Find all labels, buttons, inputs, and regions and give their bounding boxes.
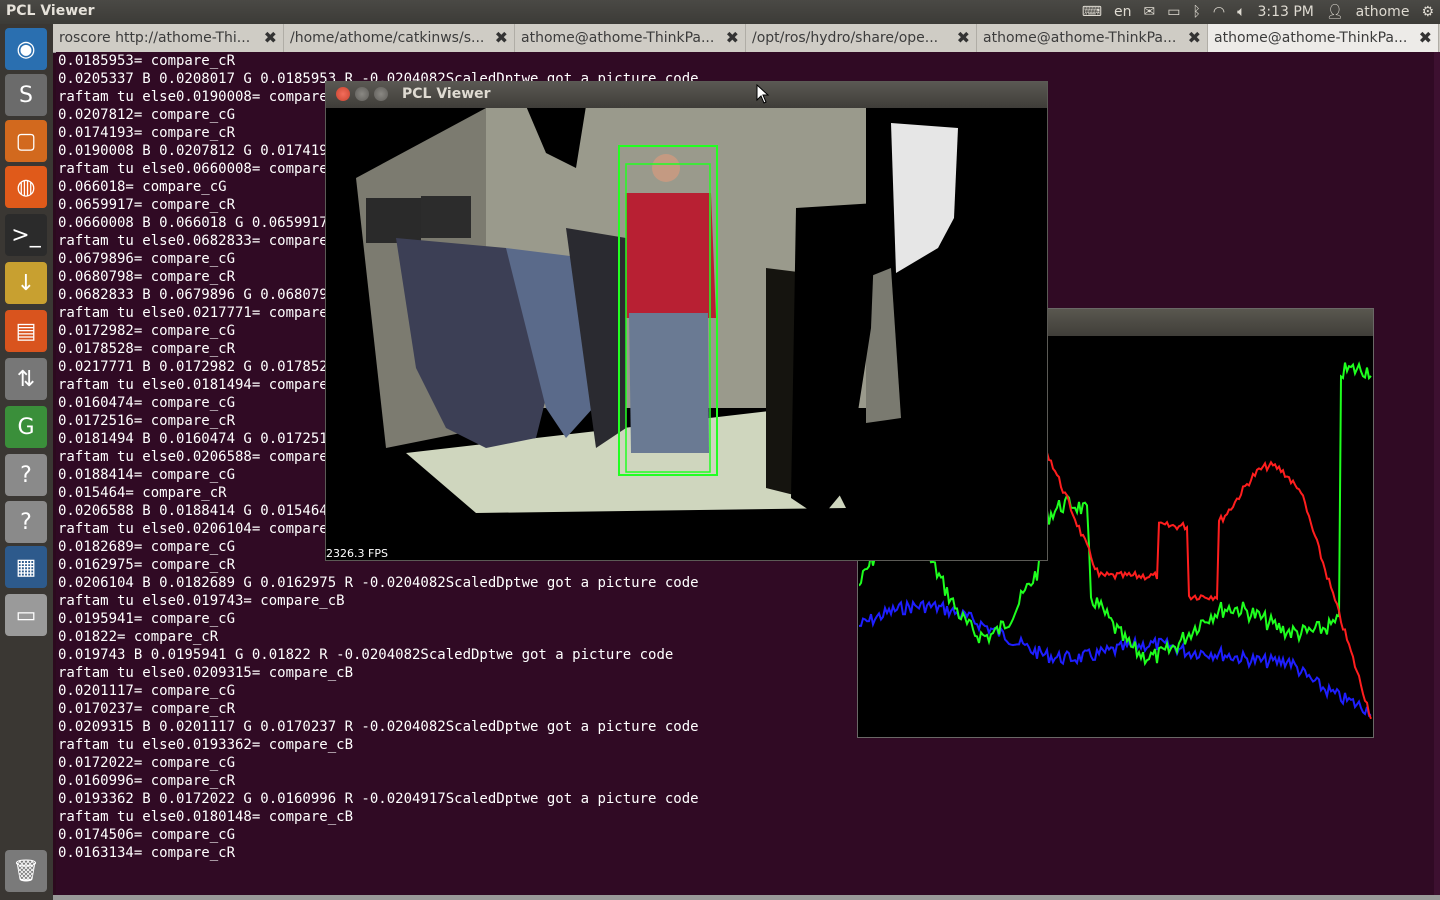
fps-counter: 2326.3 FPS [326,547,388,560]
battery-icon[interactable]: ▭ [1167,4,1180,20]
terminal-line: raftam tu else0.0180148= compare_cB [58,809,354,825]
terminal-line: raftam tu else0.0193362= compare_cB [58,737,354,753]
terminal-tab-label: roscore http://athome-Thi... [59,30,251,46]
top-panel: PCL Viewer ⌨ en ✉ ▭ ᛒ ◠ 🔈︎ 3:13 PM 👤︎ at… [0,0,1440,24]
terminal-tab-label: athome@athome-ThinkPa... [983,30,1177,46]
close-icon[interactable]: ✖ [1188,24,1201,52]
close-button[interactable] [336,87,350,101]
unknown-app-icon[interactable]: ? [5,454,47,496]
minimize-button[interactable] [355,87,369,101]
user-name[interactable]: athome [1356,4,1410,20]
close-icon[interactable]: ✖ [726,24,739,52]
archive-manager-icon[interactable]: ↓ [5,262,47,304]
close-icon[interactable]: ✖ [957,24,970,52]
close-icon[interactable]: ✖ [495,24,508,52]
clock[interactable]: 3:13 PM [1257,4,1313,20]
pcl-viewer-titlebar[interactable]: PCL Viewer [326,82,1047,108]
sublime-text-icon[interactable]: S [5,74,47,116]
drive-icon[interactable]: ▭ [5,594,47,636]
terminal-icon[interactable]: >_ [5,214,47,256]
terminal-tab-label: athome@athome-ThinkPa... [521,30,715,46]
workspace-switcher-icon[interactable]: ▦ [5,546,47,588]
terminal-line: 0.0185953= compare_cR [58,53,236,69]
keyboard-icon[interactable]: ⌨ [1082,4,1102,20]
terminal-line: 0.0172022= compare_cG [58,755,236,771]
update-manager-icon[interactable]: ⇅ [5,358,47,400]
software-center-icon[interactable]: ▤ [5,310,47,352]
terminal-tab[interactable]: /home/athome/catkinws/s... ✖ [284,24,515,52]
keyboard-layout[interactable]: en [1114,4,1132,20]
trash-icon[interactable]: 🗑︎ [5,850,47,892]
terminal-line: 0.0193362 B 0.0172022 G 0.0160996 R -0.0… [58,791,699,807]
close-icon[interactable]: ✖ [264,24,277,52]
unknown-app-icon[interactable]: ? [5,501,47,543]
dash-home-icon[interactable]: ◉ [5,28,47,70]
terminal-tab[interactable]: athome@athome-ThinkPa... ✖ [1208,24,1439,52]
terminal-scrollbar[interactable] [1434,52,1440,895]
terminal-line: 0.0174506= compare_cG [58,827,236,843]
firefox-icon[interactable]: ◍ [5,166,47,208]
terminal-tab-label: athome@athome-ThinkPa... [1214,30,1408,46]
system-tray: ⌨ en ✉ ▭ ᛒ ◠ 🔈︎ 3:13 PM 👤︎ athome ⚙ [1082,0,1434,24]
terminal-line: 0.0160996= compare_cR [58,773,236,789]
pcl-viewer-window[interactable]: PCL Viewer 2326.3 FPS [325,81,1048,561]
gear-icon[interactable]: ⚙ [1421,4,1434,20]
terminal-tab[interactable]: athome@athome-ThinkPa... ✖ [977,24,1208,52]
terminal-tab-label: /home/athome/catkinws/s... [290,30,485,46]
point-cloud-view[interactable] [326,108,1047,560]
volume-icon[interactable]: 🔈︎ [1237,4,1245,20]
mouse-cursor-icon [756,84,770,104]
mail-icon[interactable]: ✉ [1143,4,1155,20]
gedit-icon[interactable]: G [5,406,47,448]
files-icon[interactable]: ▢ [5,120,47,162]
terminal-tab[interactable]: /opt/ros/hydro/share/ope... ✖ [746,24,977,52]
window-border [53,895,1440,900]
terminal-tab[interactable]: roscore http://athome-Thi... ✖ [53,24,284,52]
launcher: ◉ S ▢ ◍ >_ ↓ ▤ ⇅ G?? ▦ ▭ 🗑︎ [0,24,53,900]
terminal-tab-label: /opt/ros/hydro/share/ope... [752,30,939,46]
active-window-title: PCL Viewer [6,3,95,19]
terminal-line: 0.0163134= compare_cR [58,845,236,861]
bluetooth-icon[interactable]: ᛒ [1192,4,1200,20]
user-icon: 👤︎ [1325,4,1344,20]
close-icon[interactable]: ✖ [1419,24,1432,52]
maximize-button[interactable] [374,87,388,101]
wifi-icon[interactable]: ◠ [1213,4,1225,20]
terminal-tab[interactable]: athome@athome-ThinkPa... ✖ [515,24,746,52]
terminal-tab-bar: roscore http://athome-Thi... ✖/home/athom… [53,24,1440,53]
pcl-viewer-title: PCL Viewer [402,86,491,102]
